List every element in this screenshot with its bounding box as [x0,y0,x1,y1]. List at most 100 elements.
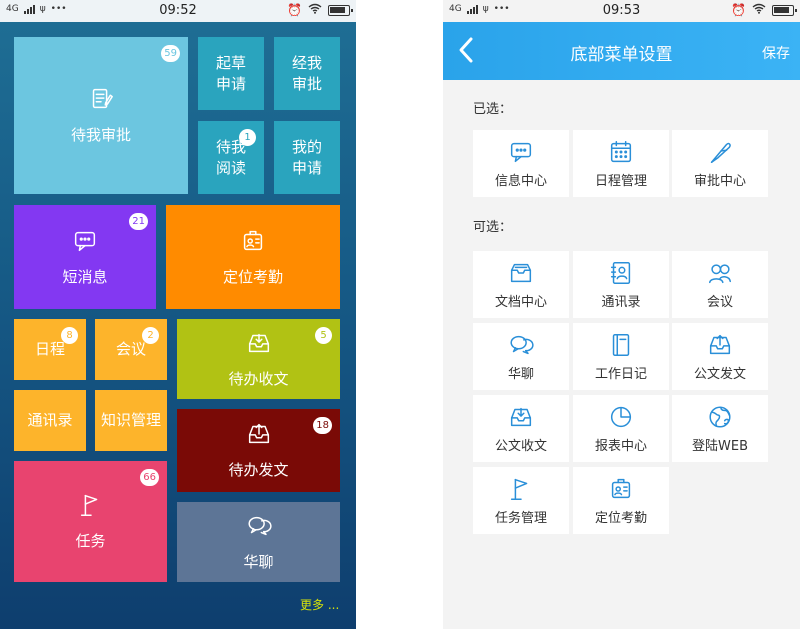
tile-tasks[interactable]: 任务 66 [14,461,167,582]
count-badge: 21 [129,213,148,230]
save-button[interactable]: 保存 [762,43,790,63]
archive-icon [507,259,535,291]
cell-hualiao[interactable]: 华聊 [473,323,569,390]
cell-label: 信息中心 [494,173,547,189]
tile-schedule[interactable]: 日程 8 [14,319,86,380]
contacts-icon [607,259,635,291]
cell-label: 登陆WEB [692,438,748,454]
tile-pending-approval[interactable]: 待我审批 59 [14,37,188,194]
tile-knowledge[interactable]: 知识管理 [95,390,167,451]
cell-contacts[interactable]: 通讯录 [573,251,669,318]
cell-label: 任务管理 [494,510,547,526]
tile-label: 会议 [115,340,146,358]
status-bar: 4G ψ ••• 09:53 ⏰ [443,0,800,22]
cell-label: 定位考勤 [594,510,647,526]
inbox-icon [245,329,273,363]
count-badge: 59 [161,45,180,62]
tile-pending-read[interactable]: 待我 阅读 1 [198,121,264,194]
page-title: 底部菜单设置 [570,45,673,65]
tile-label: 短消息 [62,267,108,286]
count-badge: 5 [315,327,332,344]
outbox-icon [245,420,273,454]
cell-task-mgmt[interactable]: 任务管理 [473,467,569,534]
cell-label: 华聊 [507,366,534,382]
tile-label: 待办收文 [228,369,289,388]
meeting-icon [706,259,734,291]
inbox-icon [507,403,535,435]
tile-short-message[interactable]: 短消息 21 [14,205,156,309]
tile-label: 审批 [291,74,322,93]
tile-label: 定位考勤 [222,267,283,286]
flag-icon [507,475,535,507]
tile-meeting[interactable]: 会议 2 [95,319,167,380]
tile-pending-outgoing[interactable]: 待办发文 18 [177,409,340,492]
cell-official-outgoing[interactable]: 公文发文 [672,323,768,390]
tile-my-requests[interactable]: 我的 申请 [274,121,340,194]
tile-label: 阅读 [215,158,246,177]
battery-icon [328,4,353,16]
cell-web-login[interactable]: 登陆WEB [672,395,768,462]
book-icon [607,331,635,363]
home-screen: 4G ψ ••• 09:52 ⏰ 待我审批 59 起草 申请 经我 审批 待我 阅读 1 我的 申请… [0,0,356,629]
alarm-icon: ⏰ [287,3,302,17]
tile-draft-request[interactable]: 起草 申请 [198,37,264,110]
cell-label: 工作日记 [594,366,647,382]
tile-contacts[interactable]: 通讯录 [14,390,86,451]
count-badge: 18 [313,417,332,434]
more-link[interactable]: 更多 ... [300,596,339,613]
status-right: ⏰ [731,3,797,17]
tile-label: 知识管理 [100,411,161,429]
battery-icon [772,4,797,16]
cell-label: 公文发文 [693,366,746,382]
cell-label: 文档中心 [494,294,547,310]
tile-label: 通讯录 [27,411,73,429]
tile-label: 待办发文 [228,461,289,479]
cell-approval-center[interactable]: 审批中心 [672,130,768,197]
tile-label: 任务 [75,532,106,550]
cell-info-center[interactable]: 信息中心 [473,130,569,197]
count-badge: 66 [140,469,159,486]
flag-icon [77,491,105,525]
badge-icon [607,475,635,507]
globe-icon [706,403,734,435]
cell-report-center[interactable]: 报表中心 [573,395,669,462]
cell-label: 报表中心 [594,438,647,454]
menu-settings-screen: 4G ψ ••• 09:53 ⏰ 底部菜单设置 保存 已选： 信息中心 日程管理 审… [443,0,800,629]
cell-doc-center[interactable]: 文档中心 [473,251,569,318]
calendar-icon [607,138,635,170]
count-badge: 1 [239,129,256,146]
selected-section-label: 已选： [473,102,513,117]
status-bar: 4G ψ ••• 09:52 ⏰ [0,0,356,22]
tile-label: 待我审批 [70,126,131,144]
bubbles-icon [507,331,535,363]
tile-label: 申请 [215,74,246,93]
cell-official-incoming[interactable]: 公文收文 [473,395,569,462]
cell-work-diary[interactable]: 工作日记 [573,323,669,390]
tile-label: 我的 [291,137,322,156]
cell-schedule-mgmt[interactable]: 日程管理 [573,130,669,197]
cell-label: 通讯录 [601,294,641,310]
bubbles-icon [245,512,273,546]
tile-location-attendance[interactable]: 定位考勤 [166,205,340,309]
feather-icon [706,138,734,170]
count-badge: 2 [142,327,159,344]
cell-label: 会议 [706,294,733,310]
nav-bar: 底部菜单设置 保存 [443,22,800,80]
chat-icon [507,138,535,170]
outbox-icon [706,331,734,363]
tile-label: 起草 [215,53,246,72]
cell-label: 日程管理 [594,173,647,189]
cell-meeting[interactable]: 会议 [672,251,768,318]
tile-approved-by-me[interactable]: 经我 审批 [274,37,340,110]
tile-label: 申请 [291,158,322,177]
alarm-icon: ⏰ [731,3,746,17]
cell-label: 公文收文 [494,438,547,454]
cell-location-attendance[interactable]: 定位考勤 [573,467,669,534]
approval-icon [87,85,115,119]
available-section-label: 可选： [473,220,513,235]
badge-icon [239,227,267,261]
tile-pending-incoming[interactable]: 待办收文 5 [177,319,340,399]
tile-hualiao[interactable]: 华聊 [177,502,340,582]
chart-icon [607,403,635,435]
count-badge: 8 [61,327,78,344]
